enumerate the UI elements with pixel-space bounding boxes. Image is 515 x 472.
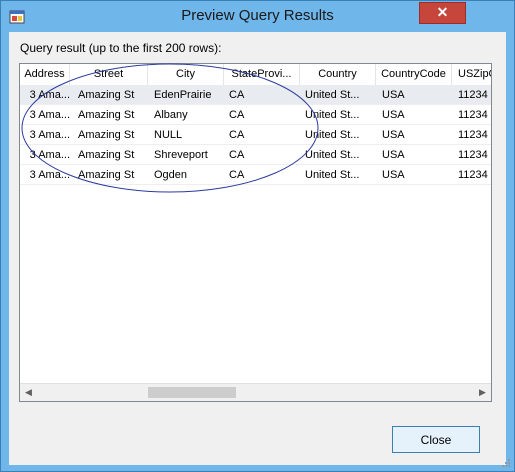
cell-street: Amazing St xyxy=(78,129,135,141)
results-grid[interactable]: Address Street City StateProvi... Countr… xyxy=(19,63,492,402)
scroll-right-icon[interactable]: ▶ xyxy=(474,384,491,401)
scroll-left-icon[interactable]: ◀ xyxy=(20,384,37,401)
cell-countrycode: USA xyxy=(382,149,405,161)
cell-street: Amazing St xyxy=(78,149,135,161)
cell-country: United St... xyxy=(305,129,360,141)
column-header-street[interactable]: Street xyxy=(70,64,148,85)
title-bar[interactable]: Preview Query Results ✕ xyxy=(1,1,514,31)
cell-country: United St... xyxy=(305,149,360,161)
cell-address: 3 Ama... xyxy=(29,89,70,101)
table-row[interactable]: 3 Ama... Amazing St EdenPrairie CA Unite… xyxy=(20,85,491,105)
cell-countrycode: USA xyxy=(382,129,405,141)
query-result-caption: Query result (up to the first 200 rows): xyxy=(20,41,222,55)
column-header-stateprovince[interactable]: StateProvi... xyxy=(224,64,300,85)
table-row[interactable]: 3 Ama... Amazing St Ogden CA United St..… xyxy=(20,165,491,185)
cell-countrycode: USA xyxy=(382,89,405,101)
cell-city: Albany xyxy=(154,109,188,121)
column-header-country[interactable]: Country xyxy=(300,64,376,85)
column-header-uszipcode[interactable]: USZipC xyxy=(452,64,491,85)
cell-city: NULL xyxy=(154,129,183,141)
cell-country: United St... xyxy=(305,89,360,101)
cell-city: Ogden xyxy=(154,169,188,181)
column-header-countrycode[interactable]: CountryCode xyxy=(376,64,452,85)
column-header-address[interactable]: Address xyxy=(20,64,70,85)
cell-country: United St... xyxy=(305,109,360,121)
cell-stateprovince: CA xyxy=(229,89,245,101)
cell-country: United St... xyxy=(305,169,360,181)
cell-stateprovince: CA xyxy=(229,109,245,121)
cell-stateprovince: CA xyxy=(229,169,245,181)
table-row[interactable]: 3 Ama... Amazing St Shreveport CA United… xyxy=(20,145,491,165)
table-row[interactable]: 3 Ama... Amazing St NULL CA United St...… xyxy=(20,125,491,145)
window-close-button[interactable]: ✕ xyxy=(419,2,466,24)
table-row[interactable]: 3 Ama... Amazing St Albany CA United St.… xyxy=(20,105,491,125)
dialog-client-area: Query result (up to the first 200 rows):… xyxy=(9,32,506,465)
cell-street: Amazing St xyxy=(78,169,135,181)
scrollbar-thumb[interactable] xyxy=(148,387,236,398)
cell-uszipcode: 11234 xyxy=(458,129,488,141)
cell-street: Amazing St xyxy=(78,89,135,101)
cell-stateprovince: CA xyxy=(229,129,245,141)
cell-uszipcode: 11234 xyxy=(458,109,488,121)
resize-grip-icon[interactable] xyxy=(501,458,511,468)
cell-city: EdenPrairie xyxy=(154,89,212,101)
close-button[interactable]: Close xyxy=(392,426,480,453)
cell-address: 3 Ama... xyxy=(29,109,70,121)
cell-countrycode: USA xyxy=(382,169,405,181)
cell-countrycode: USA xyxy=(382,109,405,121)
cell-city: Shreveport xyxy=(154,149,208,161)
cell-uszipcode: 11234 xyxy=(458,149,488,161)
dialog-window: Preview Query Results ✕ Query result (up… xyxy=(0,0,515,472)
grid-header: Address Street City StateProvi... Countr… xyxy=(20,64,491,86)
cell-address: 3 Ama... xyxy=(29,169,70,181)
horizontal-scrollbar[interactable]: ◀ ▶ xyxy=(20,383,491,401)
cell-stateprovince: CA xyxy=(229,149,245,161)
column-header-city[interactable]: City xyxy=(148,64,224,85)
cell-uszipcode: 11234 xyxy=(458,89,488,101)
cell-address: 3 Ama... xyxy=(29,149,70,161)
cell-uszipcode: 11234 xyxy=(458,169,488,181)
cell-address: 3 Ama... xyxy=(29,129,70,141)
cell-street: Amazing St xyxy=(78,109,135,121)
